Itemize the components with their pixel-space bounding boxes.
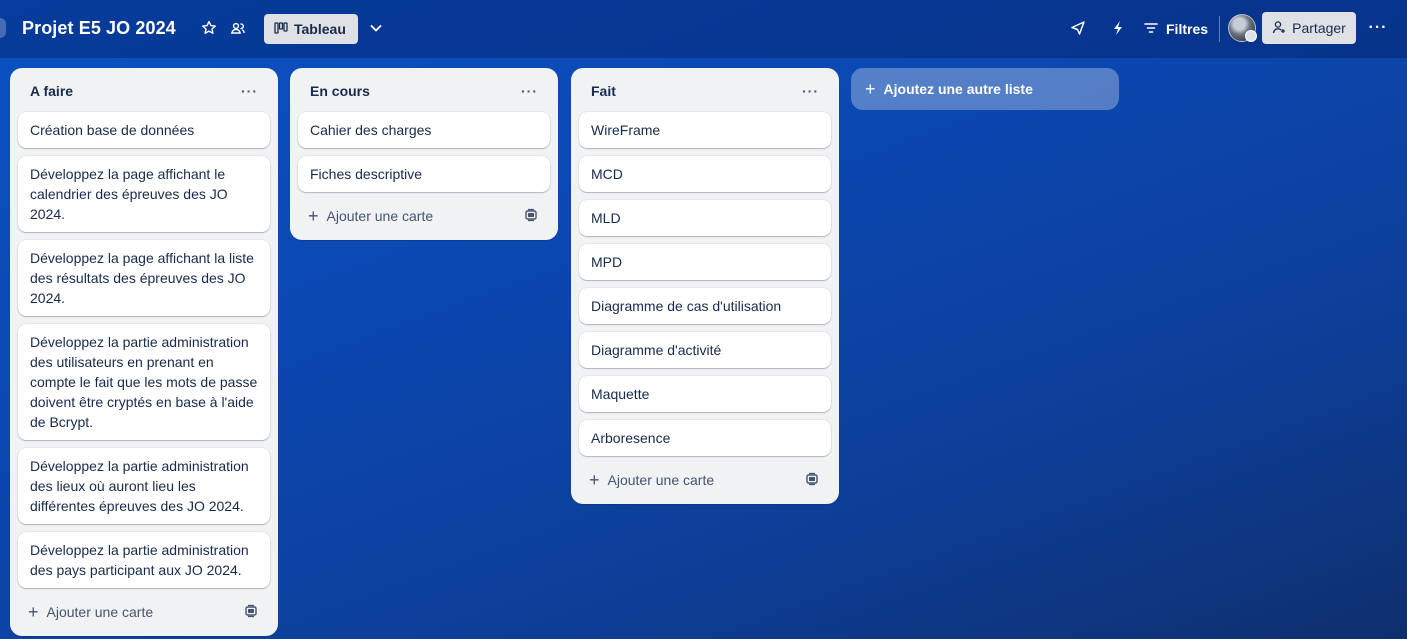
- list-header: En cours ···: [298, 76, 550, 106]
- star-icon[interactable]: [195, 14, 223, 42]
- plus-icon: +: [308, 206, 319, 226]
- list-a-faire: A faire ··· Création base de données Dév…: [10, 68, 278, 636]
- board-view-label: Tableau: [294, 21, 346, 37]
- board-view-icon: [274, 21, 288, 37]
- list-menu-icon[interactable]: ···: [802, 83, 819, 99]
- power-ups-icon[interactable]: [1064, 14, 1092, 42]
- template-icon[interactable]: [524, 208, 538, 225]
- list-header: A faire ···: [18, 76, 270, 106]
- card[interactable]: WireFrame: [579, 112, 831, 148]
- header-divider: [1219, 16, 1220, 42]
- add-card-label: Ajouter une carte: [46, 604, 154, 620]
- card[interactable]: Développez la page affichant la liste de…: [18, 240, 270, 316]
- list-fait: Fait ··· WireFrame MCD MLD MPD Diagramme…: [571, 68, 839, 504]
- card[interactable]: Création base de données: [18, 112, 270, 148]
- card[interactable]: MLD: [579, 200, 831, 236]
- share-label: Partager: [1292, 20, 1346, 36]
- workspace-icon[interactable]: [224, 14, 252, 42]
- card[interactable]: Fiches descriptive: [298, 156, 550, 192]
- list-title[interactable]: En cours: [310, 83, 370, 99]
- board-header: Projet E5 JO 2024 Tableau Filtres Partag…: [0, 0, 1407, 58]
- filters-label: Filtres: [1166, 21, 1209, 37]
- list-header: Fait ···: [579, 76, 831, 106]
- card[interactable]: Arboresence: [579, 420, 831, 456]
- plus-icon: +: [28, 602, 39, 622]
- add-card-row: + Ajouter une carte: [298, 200, 550, 232]
- card[interactable]: Diagramme de cas d'utilisation: [579, 288, 831, 324]
- board-view-button[interactable]: Tableau: [264, 14, 358, 44]
- board-title[interactable]: Projet E5 JO 2024: [22, 16, 176, 40]
- add-list-label: Ajoutez une autre liste: [883, 81, 1033, 97]
- more-icon[interactable]: ···: [1364, 14, 1392, 42]
- add-list-button[interactable]: + Ajoutez une autre liste: [851, 68, 1119, 110]
- add-card-button[interactable]: + Ajouter une carte: [28, 603, 153, 621]
- add-card-row: + Ajouter une carte: [579, 464, 831, 496]
- list-en-cours: En cours ··· Cahier des charges Fiches d…: [290, 68, 558, 240]
- list-title[interactable]: A faire: [30, 83, 73, 99]
- share-button[interactable]: Partager: [1262, 12, 1356, 44]
- add-card-label: Ajouter une carte: [607, 472, 715, 488]
- list-menu-icon[interactable]: ···: [521, 83, 538, 99]
- filters-button[interactable]: Filtres: [1144, 16, 1208, 42]
- card[interactable]: Cahier des charges: [298, 112, 550, 148]
- add-card-label: Ajouter une carte: [326, 208, 434, 224]
- card[interactable]: Développez la partie administration des …: [18, 532, 270, 588]
- chevron-down-icon[interactable]: [362, 14, 390, 42]
- plus-icon: +: [589, 470, 600, 490]
- filter-icon: [1144, 21, 1158, 37]
- card[interactable]: Développez la partie administration des …: [18, 448, 270, 524]
- template-icon[interactable]: [805, 472, 819, 489]
- share-icon: [1272, 20, 1286, 37]
- template-icon[interactable]: [244, 604, 258, 621]
- sidebar-toggle[interactable]: [0, 18, 6, 38]
- admin-badge: [1245, 30, 1257, 42]
- automation-icon[interactable]: [1104, 14, 1132, 42]
- add-card-row: + Ajouter une carte: [18, 596, 270, 628]
- add-card-button[interactable]: + Ajouter une carte: [589, 471, 714, 489]
- card[interactable]: MCD: [579, 156, 831, 192]
- card[interactable]: Diagramme d'activité: [579, 332, 831, 368]
- card[interactable]: Maquette: [579, 376, 831, 412]
- card[interactable]: Développez la partie administration des …: [18, 324, 270, 440]
- card[interactable]: MPD: [579, 244, 831, 280]
- card[interactable]: Développez la page affichant le calendri…: [18, 156, 270, 232]
- list-title[interactable]: Fait: [591, 83, 616, 99]
- add-card-button[interactable]: + Ajouter une carte: [308, 207, 433, 225]
- list-menu-icon[interactable]: ···: [241, 83, 258, 99]
- plus-icon: +: [865, 79, 876, 99]
